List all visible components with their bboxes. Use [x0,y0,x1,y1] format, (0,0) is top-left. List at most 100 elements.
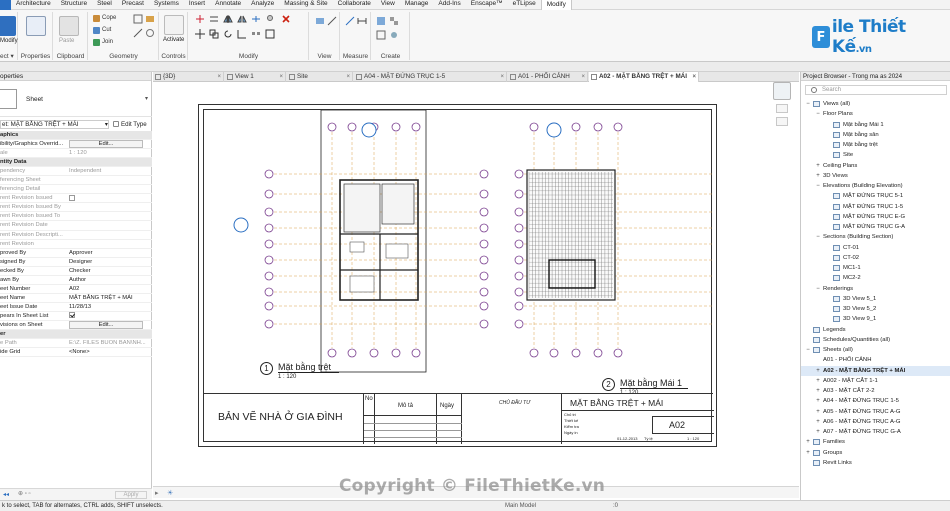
instance-filter-dropdown[interactable]: et: MẶT BẰNG TRỆT + MÁI ▾ [0,119,109,129]
menu-item-add-ins[interactable]: Add-Ins [433,0,465,10]
activate-icon[interactable] [164,15,184,35]
type-selector[interactable]: Sheet ▾ [0,82,152,117]
edit-type-button[interactable]: Edit Type [113,121,147,128]
create-parts-icon[interactable] [389,16,399,26]
browser-node[interactable]: − Elevations (Building Elevation) [801,181,950,191]
menu-item-structure[interactable]: Structure [56,0,92,10]
collapse-icon[interactable]: − [815,109,821,119]
create-similar-icon[interactable] [389,30,399,40]
expand-icon[interactable]: + [815,396,821,406]
menu-item-modify[interactable]: Modify [540,0,572,10]
wall-join-icon[interactable] [133,28,143,38]
browser-node[interactable]: Mặt bằng sân [801,130,950,140]
browser-node[interactable]: MẶT ĐỨNG TRỤC E-G [801,212,950,222]
expand-icon[interactable]: + [815,171,821,181]
array-icon[interactable] [251,29,261,39]
browser-node[interactable]: + Families [801,437,950,447]
close-icon[interactable]: × [692,72,696,82]
property-value[interactable]: A02 [67,285,152,293]
steering-wheel-icon[interactable] [773,82,791,100]
edit-button[interactable]: Edit... [69,140,143,149]
sun-path-icon[interactable]: ☀ [167,489,173,497]
browser-node[interactable]: 3D View 5_2 [801,304,950,314]
property-group-header[interactable]: er [0,330,152,340]
browser-node[interactable]: Site [801,150,950,160]
paint-icon[interactable] [145,14,155,24]
menu-item-view[interactable]: View [376,0,400,10]
browser-node[interactable]: Mặt bằng trệt [801,140,950,150]
browser-node[interactable]: + A002 - MẶT CẮT 1-1 [801,376,950,386]
properties-icon[interactable] [26,16,46,36]
zoom-icon[interactable] [776,104,788,113]
join-button[interactable]: Join [93,38,113,46]
split-element-icon[interactable] [251,14,261,24]
close-icon[interactable]: × [346,72,350,82]
view-tab[interactable]: A01 - PHỐI CẢNH × [508,72,588,82]
view-tab[interactable]: A04 - MẶT ĐỨNG TRỤC 1-5 × [354,72,507,82]
expand-icon[interactable]: + [815,376,821,386]
close-icon[interactable]: × [217,72,221,82]
menu-item-systems[interactable]: Systems [149,0,184,10]
property-value[interactable]: MẶT BẰNG TRỆT + MÁI [67,294,152,302]
browser-node[interactable]: − Views (all) [801,99,950,109]
menu-item-precast[interactable]: Precast [117,0,149,10]
browser-node[interactable]: + A07 - MẶT ĐỨNG TRỤC G-A [801,427,950,437]
rotate-icon[interactable] [223,29,233,39]
move-icon[interactable] [195,29,205,39]
view-tab[interactable]: Site × [287,72,353,82]
browser-node[interactable]: MẶT ĐỨNG TRỤC 1-5 [801,202,950,212]
property-value[interactable]: Checker [67,267,152,275]
property-group-header[interactable]: ntity Data [0,158,152,168]
browser-node[interactable]: CT-01 [801,243,950,253]
pan-icon[interactable] [776,117,788,126]
mirror-draw-icon[interactable] [237,14,247,24]
override-graphics-icon[interactable] [327,16,337,26]
property-value[interactable]: Designer [67,258,152,266]
browser-node[interactable]: MC1-1 [801,263,950,273]
property-checkbox[interactable] [69,312,75,319]
menu-item-analyze[interactable]: Analyze [246,0,279,10]
menu-item-massing-site[interactable]: Massing & Site [279,0,332,10]
browser-node[interactable]: − Sections (Building Section) [801,232,950,242]
expand-icon[interactable]: + [815,417,821,427]
drawing-canvas[interactable]: 1 Mặt bằng trệt 1 : 120 2 Mặt bằng Mái 1… [153,82,799,485]
expand-icon[interactable]: + [805,437,811,447]
browser-node[interactable]: + A06 - MẶT ĐỨNG TRỤC A-G [801,417,950,427]
menu-item-enscape-[interactable]: Enscape™ [466,0,508,10]
collapse-icon[interactable]: − [815,232,821,242]
menu-item-collaborate[interactable]: Collaborate [333,0,376,10]
browser-node[interactable]: + A02 - MẶT BẰNG TRỆT + MÁI [801,365,950,376]
collapse-icon[interactable]: − [805,345,811,355]
cope-button[interactable]: Cope [93,14,116,22]
browser-node[interactable]: + Ceiling Plans [801,161,950,171]
split-face-icon[interactable] [133,14,143,24]
browser-node[interactable]: A01 - PHỐI CẢNH [801,355,950,365]
hide-in-view-icon[interactable] [315,16,325,26]
browser-node[interactable]: MẶT ĐỨNG TRỤC G-A [801,222,950,232]
properties-help-link[interactable]: ◂◂ [3,491,9,498]
dimension-icon[interactable] [357,16,367,26]
status-left-icons[interactable]: ⊕ ▫ ▫ [18,489,31,499]
create-group-icon[interactable] [376,30,386,40]
view-tab[interactable]: A02 - MẶT BẰNG TRỆT + MÁI × [589,72,699,82]
demolish-icon[interactable] [145,28,155,38]
property-checkbox[interactable] [69,194,75,201]
browser-node[interactable]: Schedules/Quantities (all) [801,335,950,345]
collapse-icon[interactable]: − [815,181,821,191]
browser-node[interactable]: 3D View 5_1 [801,294,950,304]
scale-icon[interactable] [265,29,275,39]
property-value[interactable]: Approver [67,249,152,257]
property-group-header[interactable]: aphics [0,131,152,141]
browser-node[interactable]: Legends [801,325,950,335]
pin-icon[interactable] [265,14,275,24]
browser-node[interactable]: Mặt bằng Mái 1 [801,120,950,130]
close-icon[interactable]: × [500,72,504,82]
trim-icon[interactable] [237,29,247,39]
browser-node[interactable]: + A03 - MẶT CẮT 2-2 [801,386,950,396]
copy-icon[interactable] [209,29,219,39]
browser-node[interactable]: + A05 - MẶT ĐỨNG TRỤC A-G [801,407,950,417]
browser-node[interactable]: 3D View 9_1 [801,314,950,324]
browser-node[interactable]: + Groups [801,448,950,458]
browser-node[interactable]: CT-02 [801,253,950,263]
edit-button[interactable]: Edit... [69,320,143,329]
